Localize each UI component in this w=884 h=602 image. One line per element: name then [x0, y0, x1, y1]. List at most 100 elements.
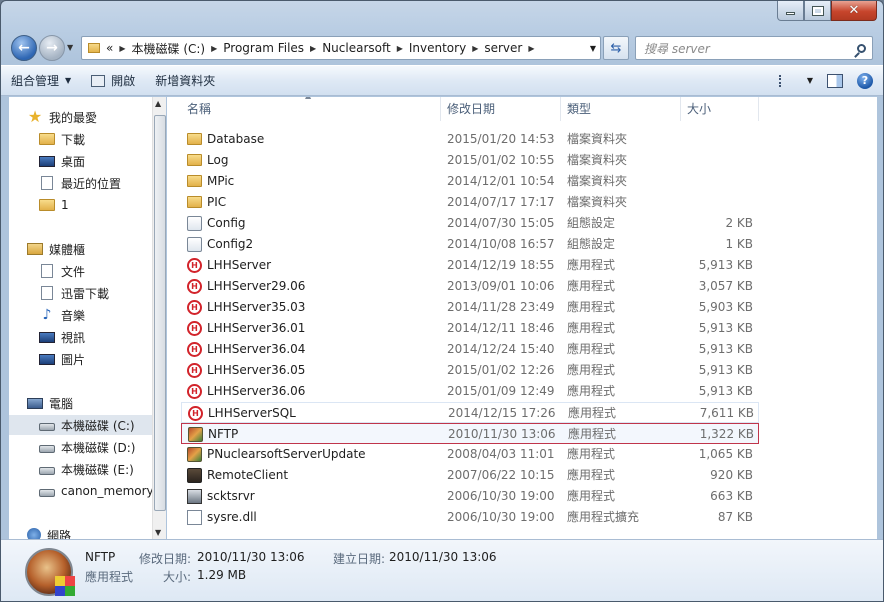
close-button[interactable]: ✕ — [831, 1, 877, 21]
file-row[interactable]: Log 2015/01/02 10:55 檔案資料夾 — [181, 150, 759, 171]
nav-favorites[interactable]: ★ 我的最愛 — [27, 107, 152, 127]
maximize-icon — [811, 5, 824, 16]
nav-item-pictures[interactable]: 圖片 — [39, 349, 152, 369]
breadcrumb-program-files[interactable]: Program Files — [223, 41, 304, 55]
file-row[interactable]: H LHHServer36.04 2014/12/24 15:40 應用程式 5,913… — [181, 339, 759, 360]
nav-item-videos[interactable]: 視訊 — [39, 327, 152, 347]
preview-pane-icon[interactable] — [827, 73, 843, 88]
breadcrumb-nuclearsoft[interactable]: Nuclearsoft — [322, 41, 391, 55]
file-type: 應用程式 — [567, 489, 616, 503]
refresh-button[interactable]: ⇆ — [603, 36, 629, 60]
scroll-up-icon[interactable]: ▲ — [155, 99, 161, 108]
scrollbar-thumb[interactable] — [154, 115, 166, 511]
help-icon[interactable]: ? — [857, 72, 873, 89]
search-button[interactable] — [850, 43, 872, 53]
open-button[interactable]: 開啟 — [81, 66, 145, 95]
file-row[interactable]: Config2 2014/10/08 16:57 組態設定 1 KB — [181, 234, 759, 255]
nav-item-drive-d[interactable]: 本機磁碟 (D:) — [39, 437, 152, 457]
file-row[interactable]: H LHHServer36.06 2015/01/09 12:49 應用程式 5,913… — [181, 381, 759, 402]
breadcrumb-separator-icon[interactable]: ▶ — [310, 44, 316, 53]
file-row[interactable]: H LHHServer 2014/12/19 18:55 應用程式 5,913 KB — [181, 255, 759, 276]
file-type: 應用程式 — [567, 384, 616, 398]
breadcrumb-separator-icon[interactable]: ▶ — [119, 44, 125, 53]
file-size: 920 KB — [710, 468, 753, 482]
drive-d-icon — [39, 445, 55, 453]
nftp-app-icon — [25, 548, 75, 596]
navigation-scrollbar[interactable]: ▲ ▼ — [152, 97, 166, 539]
forward-button[interactable]: → — [39, 35, 65, 61]
nav-computer[interactable]: 電腦 — [27, 393, 152, 413]
file-name: Database — [207, 132, 265, 146]
nav-item-folder-1[interactable]: 1 — [39, 195, 152, 215]
file-type: 應用程式 — [567, 363, 616, 377]
file-type: 檔案資料夾 — [567, 174, 628, 188]
nav-item-label: canon_memory — [61, 484, 152, 498]
back-button[interactable]: ← — [11, 35, 37, 61]
breadcrumb-server[interactable]: server — [484, 41, 522, 55]
minimize-button[interactable] — [777, 1, 804, 21]
desktop-icon — [39, 155, 55, 167]
nav-item-music[interactable]: ♪ 音樂 — [39, 305, 152, 325]
file-name: LHHServerSQL — [208, 406, 296, 420]
file-row[interactable]: H LHHServerSQL 2014/12/15 17:26 應用程式 7,611 K… — [181, 402, 759, 423]
file-row[interactable]: Database 2015/01/20 14:53 檔案資料夾 — [181, 129, 759, 150]
nav-computer-label: 電腦 — [49, 396, 74, 411]
search-box[interactable]: 搜尋 server — [635, 36, 873, 60]
new-folder-button[interactable]: 新增資料夾 — [145, 66, 225, 95]
breadcrumb-overflow[interactable]: « — [106, 41, 113, 55]
organize-button[interactable]: 組合管理 ▼ — [1, 66, 81, 95]
file-row[interactable]: H LHHServer29.06 2013/09/01 10:06 應用程式 3,057… — [181, 276, 759, 297]
nav-item-canon-memory[interactable]: canon_memory — [39, 481, 152, 501]
file-name: RemoteClient — [207, 468, 289, 482]
breadcrumb-inventory[interactable]: Inventory — [409, 41, 466, 55]
breadcrumb-drive-c[interactable]: 本機磁碟 (C:) — [132, 40, 206, 57]
breadcrumb-separator-icon[interactable]: ▶ — [472, 44, 478, 53]
search-input[interactable]: 搜尋 server — [636, 40, 850, 57]
nav-item-documents[interactable]: 文件 — [39, 261, 152, 281]
column-header-size[interactable]: 大小 — [681, 97, 759, 121]
breadcrumb-separator-icon[interactable]: ▶ — [211, 44, 217, 53]
nav-item-thunder-downloads[interactable]: 迅雷下載 — [39, 283, 152, 303]
recent-pages-dropdown[interactable]: ▼ — [67, 43, 73, 52]
nav-item-downloads[interactable]: 下載 — [39, 129, 152, 149]
address-bar[interactable]: « ▶ 本機磁碟 (C:) ▶ Program Files ▶ Nuclears… — [81, 36, 601, 60]
nav-item-desktop[interactable]: 桌面 — [39, 151, 152, 171]
file-row[interactable]: Config 2014/07/30 15:05 組態設定 2 KB — [181, 213, 759, 234]
nav-item-drive-c[interactable]: 本機磁碟 (C:) — [9, 415, 152, 435]
folder-icon — [187, 175, 202, 187]
view-options-dropdown[interactable]: ▼ — [807, 76, 813, 85]
nav-item-recent-places[interactable]: 最近的位置 — [39, 173, 152, 193]
file-row[interactable]: MPic 2014/12/01 10:54 檔案資料夾 — [181, 171, 759, 192]
change-view-icon[interactable] — [778, 74, 795, 87]
network-icon — [27, 528, 41, 539]
nav-network[interactable]: 網路 — [27, 525, 152, 539]
column-header-name[interactable]: 名稱 — [181, 97, 441, 121]
file-row[interactable]: RemoteClient 2007/06/22 10:15 應用程式 920 KB — [181, 465, 759, 486]
file-date: 2015/01/02 10:55 — [447, 153, 555, 167]
column-header-date[interactable]: 修改日期 — [441, 97, 561, 121]
column-header-type[interactable]: 類型 — [561, 97, 681, 121]
drive-c-icon — [39, 423, 55, 431]
nav-item-drive-e[interactable]: 本機磁碟 (E:) — [39, 459, 152, 479]
file-row[interactable]: sysre.dll 2006/10/30 19:00 應用程式擴充 87 KB — [181, 507, 759, 528]
file-size — [681, 129, 753, 150]
remote-app-icon — [187, 468, 202, 483]
navigation-bar: ← → ▼ « ▶ 本機磁碟 (C:) ▶ Program Files ▶ Nu… — [1, 31, 883, 63]
file-row[interactable]: PNuclearsoftServerUpdate 2008/04/03 11:01… — [181, 444, 759, 465]
file-row[interactable]: H LHHServer36.05 2015/01/02 12:26 應用程式 5,913… — [181, 360, 759, 381]
file-row[interactable]: H LHHServer36.01 2014/12/11 18:46 應用程式 5,913… — [181, 318, 759, 339]
file-row[interactable]: scktsrvr 2006/10/30 19:00 應用程式 663 KB — [181, 486, 759, 507]
breadcrumb-separator-icon[interactable]: ▶ — [528, 44, 534, 53]
file-row[interactable]: H LHHServer35.03 2014/11/28 23:49 應用程式 5,903… — [181, 297, 759, 318]
scroll-down-icon[interactable]: ▼ — [155, 528, 161, 537]
address-history-dropdown[interactable]: ▼ — [590, 44, 596, 53]
file-name: LHHServer36.04 — [207, 342, 306, 356]
file-name: scktsrvr — [207, 489, 255, 503]
breadcrumb-separator-icon[interactable]: ▶ — [397, 44, 403, 53]
maximize-button[interactable] — [804, 1, 831, 21]
nav-libraries[interactable]: 媒體櫃 — [27, 239, 152, 259]
file-row[interactable]: NFTP 2010/11/30 13:06 應用程式 1,322 KB — [181, 423, 759, 444]
file-size: 5,913 KB — [698, 342, 753, 356]
file-date: 2014/12/15 17:26 — [448, 406, 556, 420]
file-row[interactable]: PIC 2014/07/17 17:17 檔案資料夾 — [181, 192, 759, 213]
